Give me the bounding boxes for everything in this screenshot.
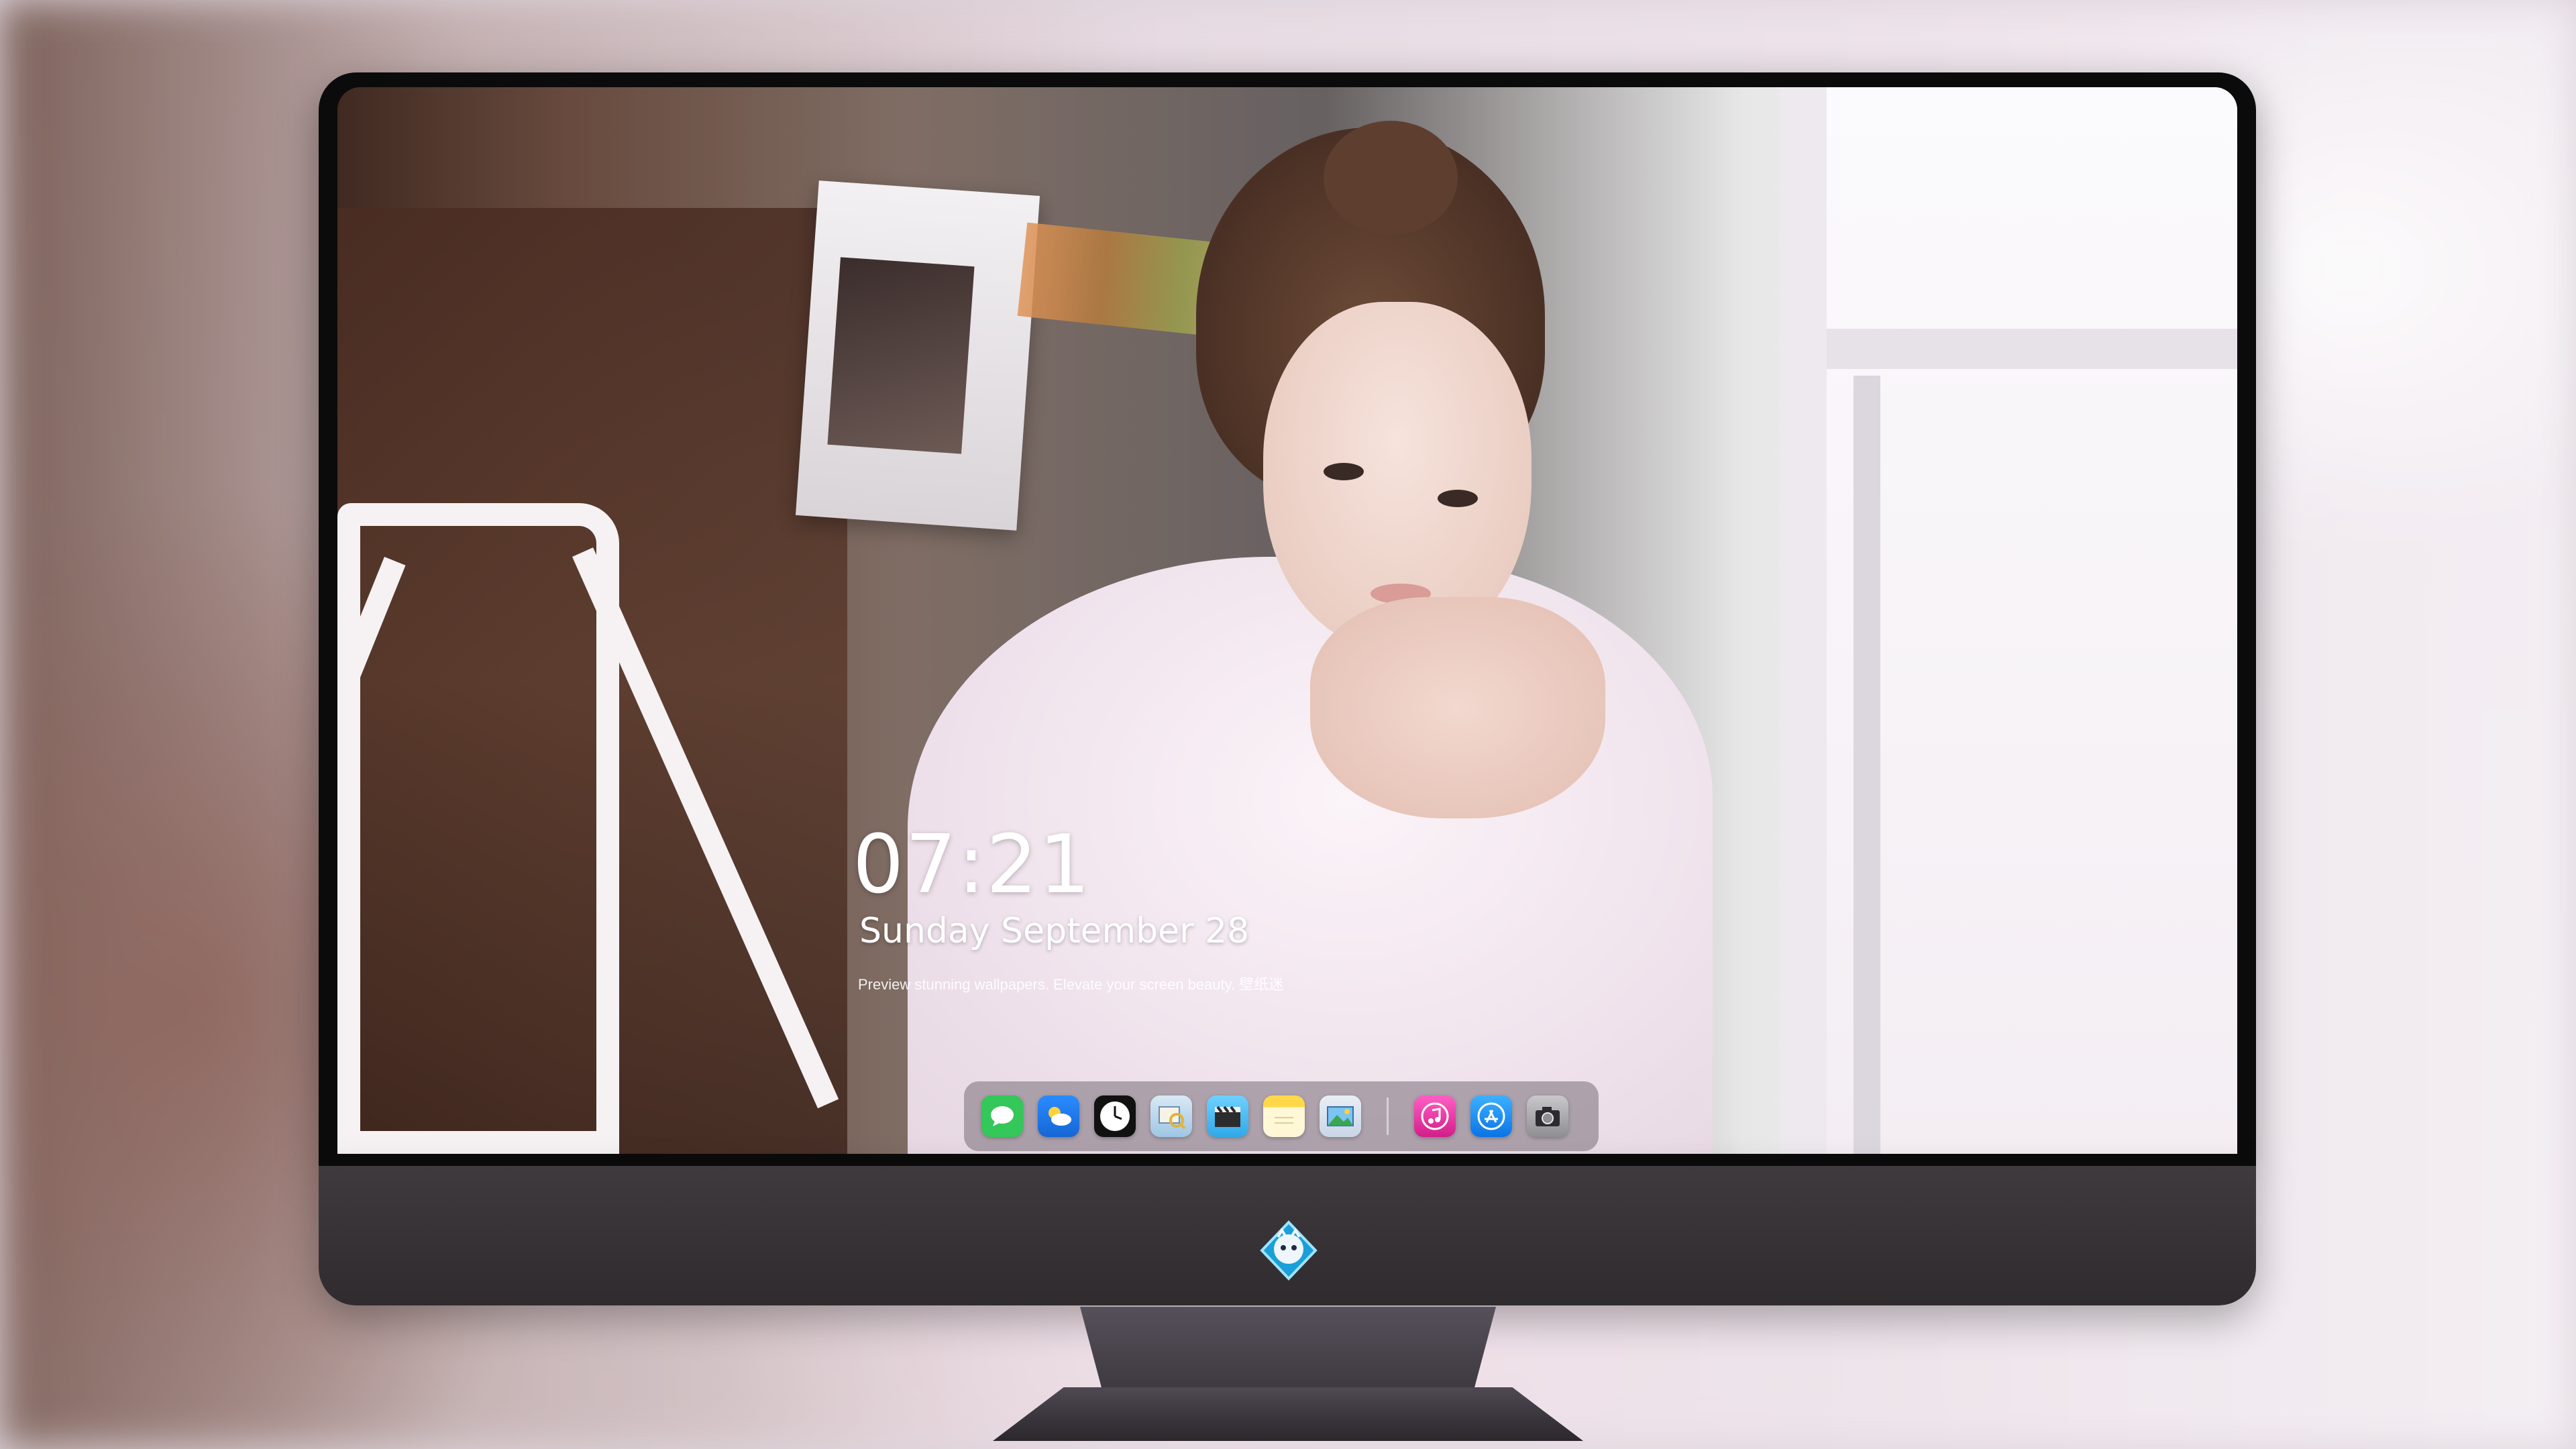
person-eye (1438, 490, 1478, 507)
camera-icon[interactable] (1527, 1095, 1568, 1137)
monitor-bezel: 07:21 Sunday September 28 Preview stunni… (319, 72, 2256, 1166)
notes-icon[interactable] (1263, 1095, 1305, 1137)
dock (964, 1081, 1599, 1151)
lockscreen-tagline: Preview stunning wallpapers. Elevate you… (858, 976, 1284, 993)
clapperboard-icon[interactable] (1207, 1095, 1248, 1137)
lockscreen-date: Sunday September 28 (859, 911, 1250, 951)
dock-separator (1387, 1097, 1389, 1135)
wallpaper-person (908, 121, 1914, 1154)
clock-icon[interactable] (1094, 1095, 1136, 1137)
music-icon[interactable] (1414, 1095, 1456, 1137)
preview-icon[interactable] (1150, 1095, 1192, 1137)
person-eye (1324, 463, 1364, 480)
app-store-icon[interactable] (1470, 1095, 1512, 1137)
monitor-stand-base (993, 1387, 1583, 1441)
weather-icon[interactable] (1038, 1095, 1079, 1137)
photo-viewer-icon[interactable] (1320, 1095, 1361, 1137)
person-hands (1310, 597, 1605, 818)
brand-logo-icon (1260, 1220, 1318, 1281)
monitor-stand-neck (1080, 1307, 1496, 1401)
lockscreen-time: 07:21 (853, 818, 1091, 912)
desktop-screen: 07:21 Sunday September 28 Preview stunni… (337, 87, 2237, 1154)
monitor-chin (319, 1166, 2256, 1305)
messages-icon[interactable] (981, 1095, 1023, 1137)
person-hair-bun (1324, 121, 1458, 235)
